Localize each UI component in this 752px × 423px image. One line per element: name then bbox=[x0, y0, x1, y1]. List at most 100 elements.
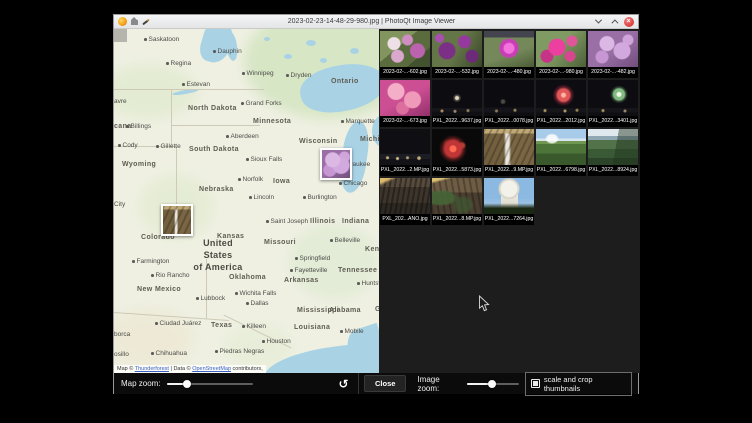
attribution-text: | Data © bbox=[169, 366, 192, 372]
house-icon[interactable] bbox=[131, 20, 138, 25]
thumbnail[interactable]: PXL_2022...7264.jpg bbox=[484, 178, 534, 225]
thumbnail[interactable]: PXL_2022...2012.jpg bbox=[536, 80, 586, 127]
map-city-label: Winnipeg bbox=[242, 70, 274, 77]
photoqt-window: 2023-02-23-14-48-29-980.jpg | PhotoQt Im… bbox=[113, 14, 639, 394]
map-city-label: Aberdeen bbox=[226, 133, 259, 140]
chevron-up-icon bbox=[611, 19, 618, 26]
thumbnail[interactable]: 2023-02-...-673.jpg bbox=[380, 80, 430, 127]
map-panel[interactable]: SaskatoonDauphinReginaWinnipegDrydenEste… bbox=[114, 29, 379, 373]
thumbnail-filename: 2023-02-...-980.jpg bbox=[536, 67, 586, 78]
map-attribution: Map © Thunderforest | Data © OpenStreetM… bbox=[114, 365, 266, 373]
close-button[interactable]: Close bbox=[364, 375, 406, 392]
scale-crop-checkbox-group[interactable]: scale and crop thumbnails bbox=[525, 372, 632, 396]
thumbnail[interactable]: PXL_2022...8924.jpg bbox=[588, 129, 638, 176]
thunderforest-link[interactable]: Thunderforest bbox=[135, 366, 169, 372]
thumbnail-image bbox=[536, 129, 586, 165]
map-city-label: Cody bbox=[118, 142, 138, 149]
map-state-label: Michigan bbox=[360, 136, 379, 143]
thumbnail[interactable]: 2023-02-...-602.jpg bbox=[380, 31, 430, 78]
slider-thumb[interactable] bbox=[488, 380, 496, 388]
minimize-button[interactable] bbox=[593, 16, 604, 27]
thumbnail-filename: PXL_2022...2012.jpg bbox=[536, 116, 586, 127]
thumbnail[interactable]: PXL_2022...9637.jpg bbox=[432, 80, 482, 127]
map-state-label: Texas bbox=[211, 322, 232, 329]
map-zoom-slider[interactable] bbox=[167, 379, 253, 389]
image-zoom-section: Image zoom: scale and crop thumbnails bbox=[411, 373, 638, 394]
thumbnail[interactable]: PXL_2022...9.MP.jpg bbox=[484, 129, 534, 176]
map-city-label: Chihuahua bbox=[151, 350, 187, 357]
window-title: 2023-02-23-14-48-29-980.jpg | PhotoQt Im… bbox=[154, 18, 589, 25]
thumbnail[interactable]: PXL_2022...2.MP.jpg bbox=[380, 129, 430, 176]
map-state-label: Arkansas bbox=[284, 277, 319, 284]
pencil-icon[interactable] bbox=[142, 18, 150, 25]
map-city-label: Springfield bbox=[295, 255, 330, 262]
map-state-label: Kentucky bbox=[365, 246, 379, 253]
thumbnail-filename: PXL_2022...8924.jpg bbox=[588, 165, 638, 176]
bottom-bar: Map zoom: ↺ Close Image zoom: scale and … bbox=[114, 373, 638, 394]
map-state-label: Tennessee bbox=[338, 267, 377, 274]
thumbnail[interactable]: PXL_2022...3401.jpg bbox=[588, 80, 638, 127]
thumbnail-filename: PXL_202...ANO.jpg bbox=[380, 214, 430, 225]
map-edge-label: borca bbox=[114, 331, 130, 338]
thumbnail[interactable]: PXL_2022...0078.jpg bbox=[484, 80, 534, 127]
map-edge-label: osillo bbox=[114, 351, 129, 358]
thumbnail-image bbox=[380, 31, 430, 67]
thumbnail[interactable]: PXL_202...ANO.jpg bbox=[380, 178, 430, 225]
thumbnail[interactable]: PXL_2022...8.MP.jpg bbox=[432, 178, 482, 225]
thumbnail[interactable]: 2023-02-...-532.jpg bbox=[432, 31, 482, 78]
map-country-label: UnitedStatesof America bbox=[180, 237, 256, 273]
map-city-label: Lincoln bbox=[249, 194, 274, 201]
map-state-label: Minnesota bbox=[253, 118, 291, 125]
checkbox-label: scale and crop thumbnails bbox=[544, 375, 626, 393]
map-state-label: Ontario bbox=[331, 78, 359, 85]
map-state-label: South Dakota bbox=[189, 146, 239, 153]
map-city-label: Killeen bbox=[242, 323, 266, 330]
thumbnail-image bbox=[588, 129, 638, 165]
map-city-label: Norfolk bbox=[238, 176, 263, 183]
thumbnail-filename: 2023-02-...-480.jpg bbox=[484, 67, 534, 78]
thumbnail[interactable]: 2023-02-...-480.jpg bbox=[484, 31, 534, 78]
thumbnail-filename: 2023-02-...-602.jpg bbox=[380, 67, 430, 78]
thumbnail-image bbox=[432, 31, 482, 67]
thumbnail[interactable]: 2023-02-...-980.jpg bbox=[536, 31, 586, 78]
small-lake bbox=[306, 40, 316, 46]
map-city-label: Mobile bbox=[340, 328, 364, 335]
small-lake bbox=[350, 48, 359, 54]
checkbox-icon[interactable] bbox=[531, 379, 540, 388]
openstreetmap-link[interactable]: OpenStreetMap bbox=[192, 366, 231, 372]
maximize-button[interactable] bbox=[608, 16, 619, 27]
thumbnail-image bbox=[588, 31, 638, 67]
map-city-label: Rio Rancho bbox=[151, 272, 189, 279]
thumbnail-filename: PXL_2022...9637.jpg bbox=[432, 116, 482, 127]
titlebar[interactable]: 2023-02-23-14-48-29-980.jpg | PhotoQt Im… bbox=[114, 15, 638, 29]
slider-thumb[interactable] bbox=[183, 380, 191, 388]
thumbnail[interactable]: 2023-02-...-482.jpg bbox=[588, 31, 638, 78]
map-photo-marker-colorado[interactable] bbox=[161, 204, 193, 236]
map-city-label: Huntsville bbox=[357, 280, 379, 287]
map-state-label: Indiana bbox=[342, 218, 369, 225]
map-city-label: Gillette bbox=[156, 143, 181, 150]
map-state-label: Wisconsin bbox=[299, 138, 338, 145]
image-zoom-slider[interactable] bbox=[467, 379, 519, 389]
map-state-label: North Dakota bbox=[188, 105, 237, 112]
image-zoom-label: Image zoom: bbox=[417, 375, 461, 393]
map-city-label: Farmington bbox=[132, 258, 169, 265]
thumbnail-filename: PXL_2022...7264.jpg bbox=[484, 214, 534, 225]
reset-map-button[interactable]: ↺ bbox=[336, 376, 351, 391]
map-city-label: Belleville bbox=[330, 237, 360, 244]
map-photo-marker-wisconsin[interactable] bbox=[320, 148, 352, 180]
thumbnail[interactable]: PXL_2022...5873.jpg bbox=[432, 129, 482, 176]
map-city-label: Dauphin bbox=[213, 48, 242, 55]
thumbnail[interactable]: PXL_2022...6798.jpg bbox=[536, 129, 586, 176]
map-city-label: Saint Joseph bbox=[266, 218, 308, 225]
map-terrain-patch bbox=[114, 309, 194, 369]
thumbnail-filename: PXL_2022...8.MP.jpg bbox=[432, 214, 482, 225]
state-border bbox=[176, 147, 177, 209]
undo-arrow-icon: ↺ bbox=[338, 377, 348, 391]
map-state-label: Missouri bbox=[264, 239, 296, 246]
thumbnail-image bbox=[484, 31, 534, 67]
thumbnail-filename: PXL_2022...9.MP.jpg bbox=[484, 165, 534, 176]
map-state-label: New Mexico bbox=[137, 286, 181, 293]
close-window-button[interactable]: × bbox=[623, 16, 634, 27]
us-canada-border bbox=[114, 89, 264, 90]
